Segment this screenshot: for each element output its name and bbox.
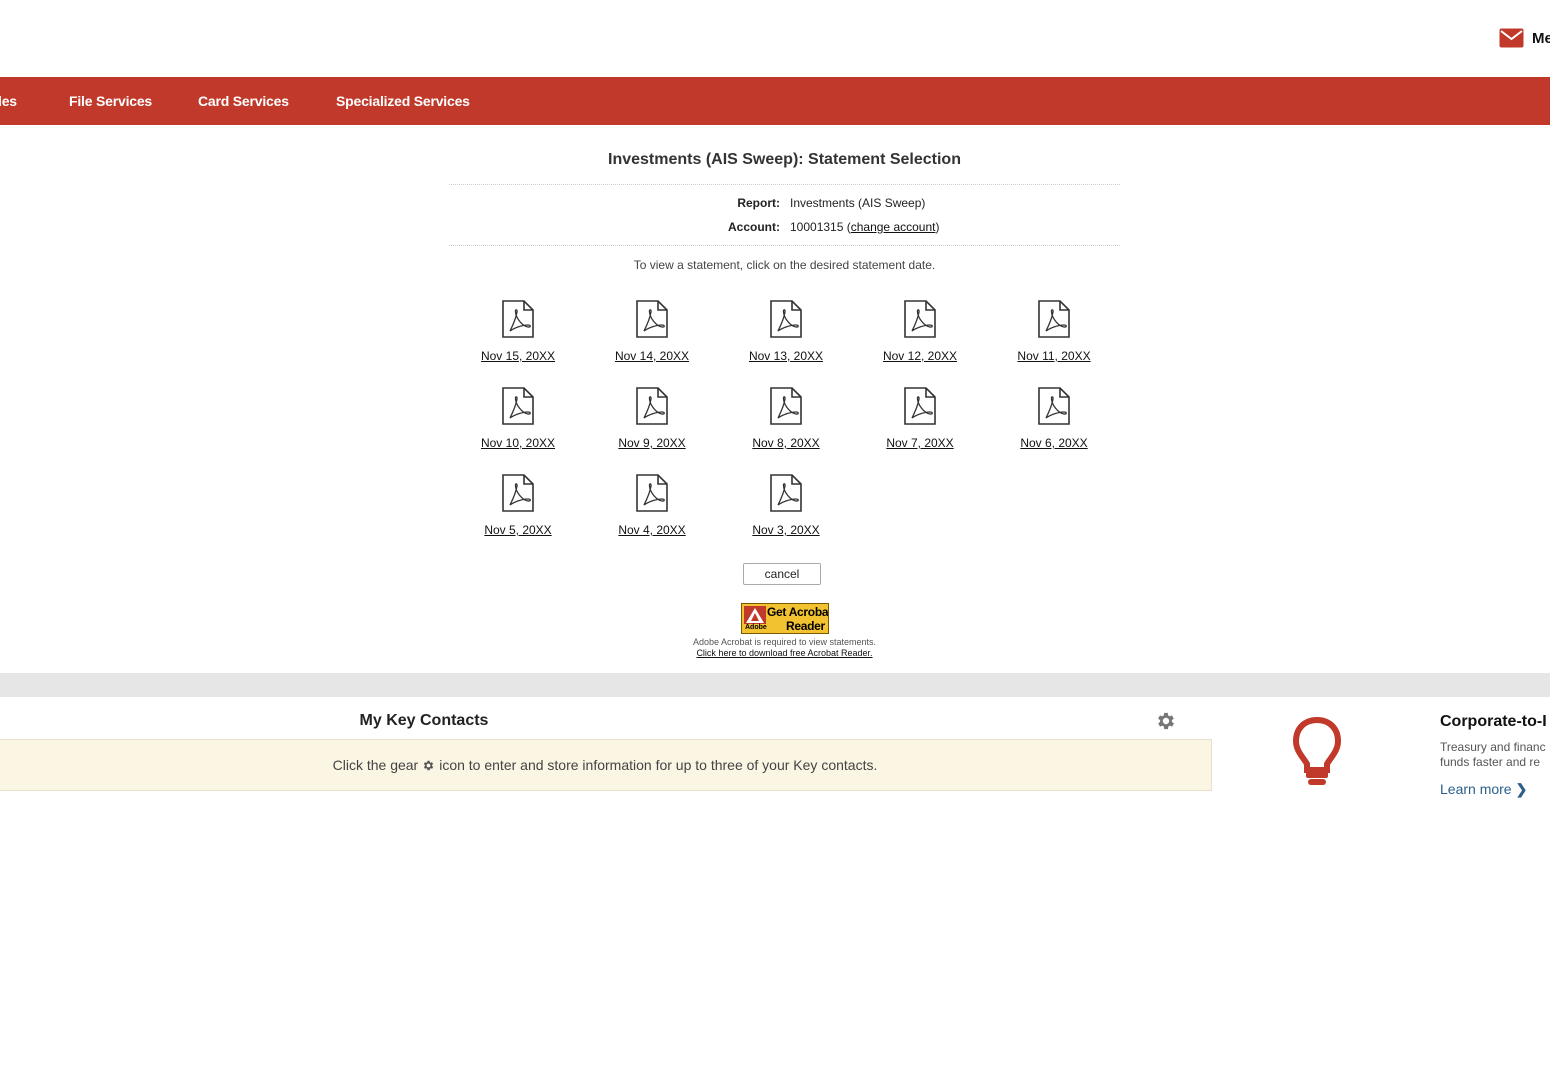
account-label: Account: bbox=[728, 220, 780, 234]
section-separator bbox=[0, 673, 1550, 697]
key-contacts-notice: Click the gear icon to enter and store i… bbox=[0, 739, 1212, 791]
chevron-right-icon: ❯ bbox=[1515, 781, 1528, 797]
divider bbox=[449, 245, 1120, 246]
statement-link[interactable]: Nov 4, 20XX bbox=[585, 474, 719, 537]
statement-date: Nov 4, 20XX bbox=[618, 523, 686, 537]
statement-link[interactable]: Nov 3, 20XX bbox=[719, 474, 853, 537]
nav-item-truncated[interactable]: les bbox=[0, 77, 17, 125]
notice-text-after: icon to enter and store information for … bbox=[439, 757, 878, 773]
notice-text-before: Click the gear bbox=[332, 757, 419, 773]
statement-date: Nov 12, 20XX bbox=[882, 349, 958, 363]
statement-date: Nov 6, 20XX bbox=[1020, 436, 1088, 450]
pdf-icon bbox=[770, 474, 802, 512]
pdf-icon bbox=[770, 300, 802, 338]
statement-link[interactable]: Nov 8, 20XX bbox=[719, 387, 853, 450]
download-acrobat-link[interactable]: Click here to download free Acrobat Read… bbox=[696, 648, 872, 658]
change-account-link[interactable]: change account bbox=[851, 220, 936, 234]
gear-icon[interactable] bbox=[1155, 710, 1177, 732]
pdf-icon bbox=[1038, 300, 1070, 338]
pdf-icon bbox=[1038, 387, 1070, 425]
acrobat-badge-line1: Get Acrobat bbox=[767, 605, 829, 619]
promo-title: Corporate-to-I bbox=[1440, 713, 1547, 730]
get-acrobat-reader-badge[interactable]: Adobe Get Acrobat Reader bbox=[741, 603, 829, 634]
report-label: Report: bbox=[737, 196, 780, 210]
statement-date: Nov 13, 20XX bbox=[748, 349, 824, 363]
acrobat-badge-line2: Reader bbox=[786, 619, 825, 633]
statement-link[interactable]: Nov 5, 20XX bbox=[451, 474, 585, 537]
statement-link[interactable]: Nov 12, 20XX bbox=[853, 300, 987, 363]
nav-item-card-services[interactable]: Card Services bbox=[198, 77, 289, 125]
statement-date: Nov 8, 20XX bbox=[752, 436, 820, 450]
messages-link[interactable]: Me bbox=[1499, 28, 1550, 48]
paren-open: ( bbox=[843, 220, 851, 234]
pdf-icon bbox=[636, 387, 668, 425]
statement-date: Nov 15, 20XX bbox=[480, 349, 556, 363]
acrobat-note: Adobe Acrobat is required to view statem… bbox=[449, 637, 1120, 659]
acrobat-required-text: Adobe Acrobat is required to view statem… bbox=[692, 637, 877, 647]
account-number: 10001315 bbox=[790, 220, 844, 234]
lightbulb-icon bbox=[1292, 716, 1342, 785]
nav-item-specialized-services[interactable]: Specialized Services bbox=[336, 77, 470, 125]
gear-icon bbox=[424, 760, 434, 770]
pdf-icon bbox=[904, 300, 936, 338]
promo-text: Treasury and financ funds faster and re bbox=[1440, 740, 1550, 770]
statement-link[interactable]: Nov 11, 20XX bbox=[987, 300, 1121, 363]
statement-link[interactable]: Nov 9, 20XX bbox=[585, 387, 719, 450]
statement-link[interactable]: Nov 6, 20XX bbox=[987, 387, 1121, 450]
statement-link[interactable]: Nov 13, 20XX bbox=[719, 300, 853, 363]
pdf-icon bbox=[502, 387, 534, 425]
statement-date: Nov 14, 20XX bbox=[614, 349, 690, 363]
messages-label: Me bbox=[1532, 29, 1550, 47]
statement-date: Nov 7, 20XX bbox=[886, 436, 954, 450]
divider bbox=[449, 184, 1120, 185]
statement-date: Nov 3, 20XX bbox=[752, 523, 820, 537]
statement-link[interactable]: Nov 7, 20XX bbox=[853, 387, 987, 450]
account-value: 10001315 (change account) bbox=[790, 220, 939, 234]
pdf-icon bbox=[502, 474, 534, 512]
learn-more-label: Learn more bbox=[1440, 781, 1512, 797]
statement-date: Nov 10, 20XX bbox=[480, 436, 556, 450]
adobe-brand-text: Adobe bbox=[745, 624, 767, 631]
pdf-icon bbox=[770, 387, 802, 425]
instructions-text: To view a statement, click on the desire… bbox=[633, 258, 936, 272]
paren-close: ) bbox=[935, 220, 940, 234]
nav-item-file-services[interactable]: File Services bbox=[69, 77, 152, 125]
report-value: Investments (AIS Sweep) bbox=[790, 196, 926, 210]
pdf-icon bbox=[502, 300, 534, 338]
promo-text-line2: funds faster and re bbox=[1440, 755, 1541, 769]
statement-link[interactable]: Nov 10, 20XX bbox=[451, 387, 585, 450]
envelope-icon bbox=[1499, 28, 1524, 48]
promo-text-line1: Treasury and financ bbox=[1440, 740, 1546, 754]
top-bar: Me bbox=[0, 0, 1550, 77]
statement-link[interactable]: Nov 14, 20XX bbox=[585, 300, 719, 363]
key-contacts-title: My Key Contacts bbox=[359, 712, 489, 729]
cancel-button[interactable]: cancel bbox=[743, 563, 821, 585]
pdf-icon bbox=[904, 387, 936, 425]
pdf-icon bbox=[636, 300, 668, 338]
main-nav: les File Services Card Services Speciali… bbox=[0, 77, 1550, 125]
page-title: Investments (AIS Sweep): Statement Selec… bbox=[608, 151, 961, 168]
statement-date: Nov 9, 20XX bbox=[618, 436, 686, 450]
statement-selection-panel: Investments (AIS Sweep): Statement Selec… bbox=[449, 125, 1120, 673]
adobe-logo-icon bbox=[744, 606, 766, 624]
statement-date: Nov 5, 20XX bbox=[484, 523, 552, 537]
statement-date: Nov 11, 20XX bbox=[1017, 349, 1091, 363]
pdf-icon bbox=[636, 474, 668, 512]
learn-more-link[interactable]: Learn more ❯ bbox=[1440, 781, 1527, 798]
statement-link[interactable]: Nov 15, 20XX bbox=[451, 300, 585, 363]
